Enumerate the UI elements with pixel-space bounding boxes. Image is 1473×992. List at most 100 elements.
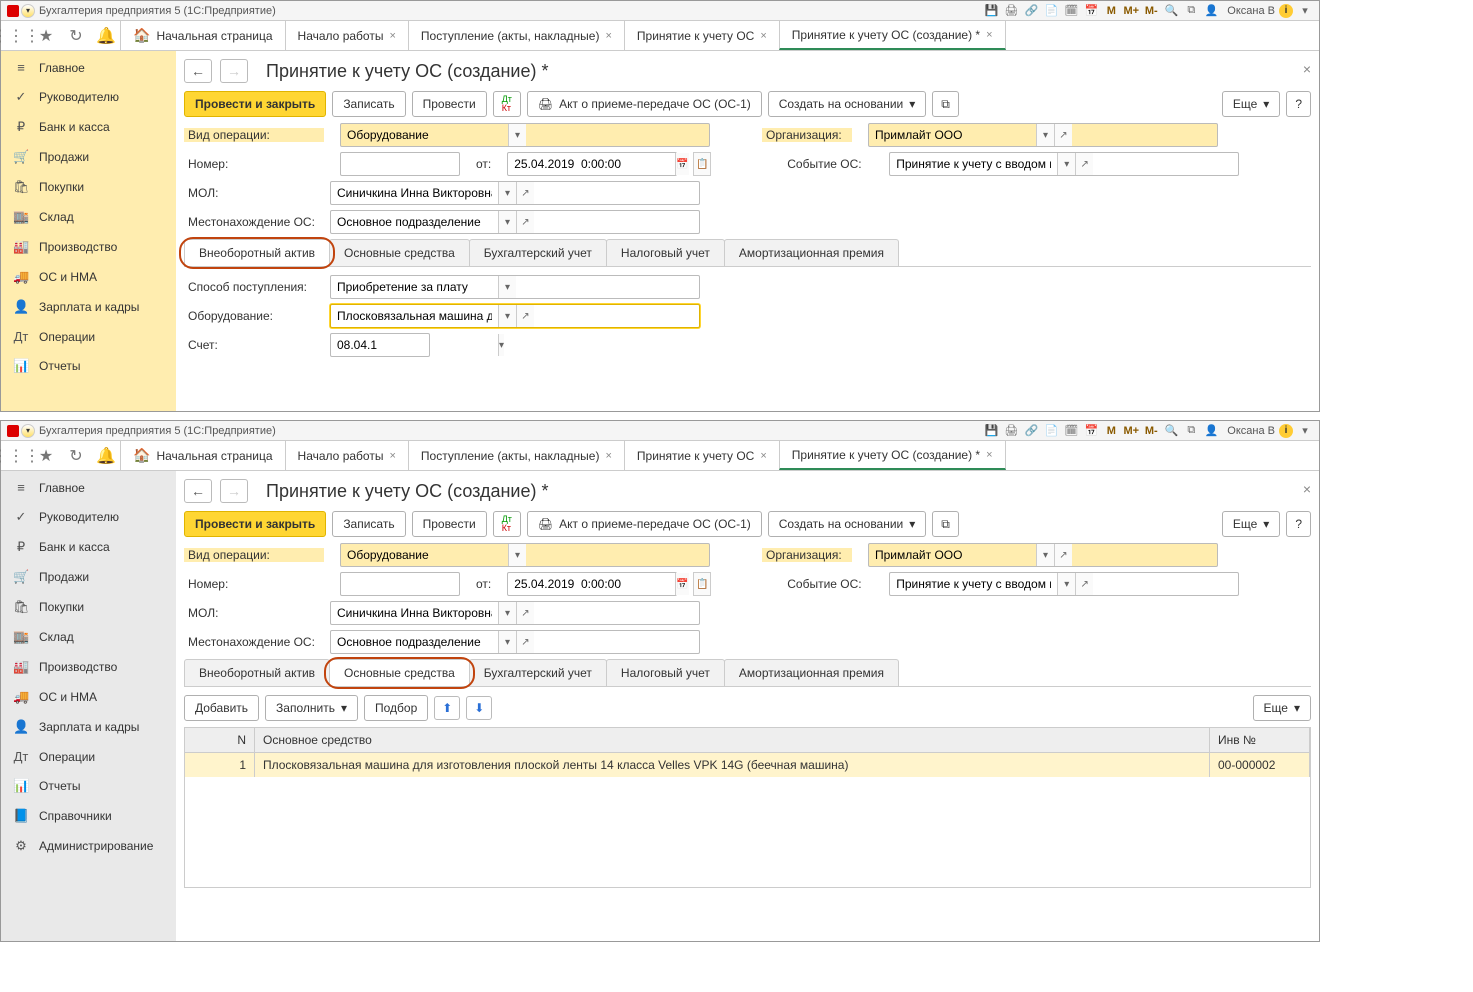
calendar-icon[interactable]: 📅 [675, 153, 688, 175]
chevron-down-icon[interactable]: ▾ [498, 182, 516, 204]
close-icon[interactable]: × [389, 450, 395, 462]
sidebar-item-main[interactable]: ≡Главное [1, 53, 176, 82]
bell-icon[interactable]: 🔔 [91, 441, 121, 470]
date-field[interactable] [508, 153, 675, 175]
sidebar-item-warehouse[interactable]: 🏬Склад [1, 622, 176, 652]
account-field[interactable] [331, 334, 498, 356]
zoom-icon[interactable]: 🔍 [1163, 423, 1179, 439]
calendar-icon[interactable]: 📅 [1083, 423, 1099, 439]
open-icon[interactable]: ↗ [516, 211, 534, 233]
mol-field[interactable] [331, 602, 498, 624]
print-icon[interactable]: 🖨 [1003, 423, 1019, 439]
chevron-down-icon[interactable]: ▾ [498, 276, 516, 298]
sidebar-item-production[interactable]: 🏭Производство [1, 232, 176, 262]
sidebar-item-salary[interactable]: 👤Зарплата и кадры [1, 292, 176, 322]
sidebar-item-admin[interactable]: ⚙Администрирование [1, 831, 176, 861]
sidebar-item-manager[interactable]: ✓Руководителю [1, 82, 176, 112]
method-field[interactable] [331, 276, 498, 298]
back-button[interactable]: ← [184, 59, 212, 83]
tab-accounting[interactable]: Бухгалтерский учет [469, 659, 607, 686]
loc-field[interactable] [331, 631, 498, 653]
close-page-icon[interactable]: × [1303, 61, 1311, 77]
forward-button[interactable]: → [220, 479, 248, 503]
event-input[interactable]: ▾↗ [889, 572, 1239, 596]
more-button[interactable]: Еще▾ [1222, 91, 1280, 117]
op-type-input[interactable]: ▾ [340, 123, 710, 147]
tab-start[interactable]: Начало работы× [285, 21, 409, 50]
chevron-down-icon[interactable]: ▾ [498, 305, 516, 327]
org-input[interactable]: ▾↗ [868, 123, 1218, 147]
close-page-icon[interactable]: × [1303, 481, 1311, 497]
calendar-icon[interactable]: 📅 [1083, 3, 1099, 19]
loc-input[interactable]: ▾↗ [330, 630, 700, 654]
chevron-down-icon[interactable]: ▾ [498, 211, 516, 233]
window-icon[interactable]: ⧉ [1183, 423, 1199, 439]
mol-field[interactable] [331, 182, 498, 204]
sidebar-item-manager[interactable]: ✓Руководителю [1, 502, 176, 532]
open-icon[interactable]: ↗ [516, 182, 534, 204]
post-and-close-button[interactable]: Провести и закрыть [184, 511, 326, 537]
more-button[interactable]: Еще▾ [1222, 511, 1280, 537]
tab-receipt[interactable]: Поступление (акты, накладные)× [408, 21, 625, 50]
history-icon[interactable]: ↻ [61, 21, 91, 50]
print-icon[interactable]: 🖨 [1003, 3, 1019, 19]
date-input[interactable]: 📅 [507, 572, 677, 596]
sidebar-item-reports[interactable]: 📊Отчеты [1, 771, 176, 801]
method-input[interactable]: ▾ [330, 275, 700, 299]
date-field[interactable] [508, 573, 675, 595]
sidebar-item-production[interactable]: 🏭Производство [1, 652, 176, 682]
org-input[interactable]: ▾↗ [868, 543, 1218, 567]
open-icon[interactable]: ↗ [516, 602, 534, 624]
close-icon[interactable]: × [760, 450, 766, 462]
date-input[interactable]: 📅 [507, 152, 677, 176]
org-field[interactable] [869, 544, 1036, 566]
structure-button[interactable]: ⧉ [932, 91, 959, 117]
tab-tax[interactable]: Налоговый учет [606, 239, 725, 266]
save-button[interactable]: Записать [332, 511, 405, 537]
doc-icon[interactable]: 📄 [1043, 423, 1059, 439]
tab-amort-premium[interactable]: Амортизационная премия [724, 659, 899, 686]
tab-start[interactable]: Начало работы× [285, 441, 409, 470]
sidebar-item-os-nma[interactable]: 🚚ОС и НМА [1, 262, 176, 292]
apps-icon[interactable]: ⋮⋮⋮ [1, 441, 31, 470]
info-icon[interactable]: i [1279, 424, 1293, 438]
sidebar-item-purchase[interactable]: 🛍Покупки [1, 592, 176, 622]
tab-os-accept-create[interactable]: Принятие к учету ОС (создание) *× [779, 21, 1006, 50]
dtkt-button[interactable]: ДтКт [493, 91, 521, 117]
help-button[interactable]: ? [1286, 511, 1311, 537]
col-inv[interactable]: Инв № [1210, 728, 1310, 752]
tab-accounting[interactable]: Бухгалтерский учет [469, 239, 607, 266]
chevron-down-icon[interactable]: ▾ [498, 334, 504, 356]
open-icon[interactable]: ↗ [1054, 124, 1072, 146]
sidebar-item-sales[interactable]: 🛒Продажи [1, 562, 176, 592]
event-input[interactable]: ▾↗ [889, 152, 1239, 176]
add-button[interactable]: Добавить [184, 695, 259, 721]
loc-input[interactable]: ▾↗ [330, 210, 700, 234]
create-based-button[interactable]: Создать на основании▾ [768, 91, 927, 117]
chevron-down-icon[interactable]: ▾ [508, 544, 526, 566]
bell-icon[interactable]: 🔔 [91, 21, 121, 50]
sidebar-item-bank[interactable]: ₽Банк и касса [1, 112, 176, 142]
help-button[interactable]: ? [1286, 91, 1311, 117]
sidebar-item-warehouse[interactable]: 🏬Склад [1, 202, 176, 232]
col-main[interactable]: Основное средство [255, 728, 1210, 752]
col-n[interactable]: N [185, 728, 255, 752]
fill-button[interactable]: Заполнить▾ [265, 695, 358, 721]
m-plus-icon[interactable]: M+ [1123, 423, 1139, 439]
m-icon[interactable]: M [1103, 423, 1119, 439]
close-icon[interactable]: × [986, 29, 992, 41]
tab-fixed-assets[interactable]: Основные средства [329, 659, 470, 686]
move-up-button[interactable]: ⬆ [434, 696, 460, 720]
m-icon[interactable]: M [1103, 3, 1119, 19]
tab-receipt[interactable]: Поступление (акты, накладные)× [408, 441, 625, 470]
close-icon[interactable]: × [605, 450, 611, 462]
print-form-button[interactable]: 🖨Акт о приеме-передаче ОС (ОС-1) [527, 511, 762, 537]
open-icon[interactable]: ↗ [1075, 153, 1093, 175]
sidebar-item-os-nma[interactable]: 🚚ОС и НМА [1, 682, 176, 712]
save-icon[interactable]: 💾 [983, 3, 999, 19]
create-based-button[interactable]: Создать на основании▾ [768, 511, 927, 537]
org-field[interactable] [869, 124, 1036, 146]
sidebar-item-catalogs[interactable]: 📘Справочники [1, 801, 176, 831]
dtkt-button[interactable]: ДтКт [493, 511, 521, 537]
star-icon[interactable]: ★ [31, 21, 61, 50]
